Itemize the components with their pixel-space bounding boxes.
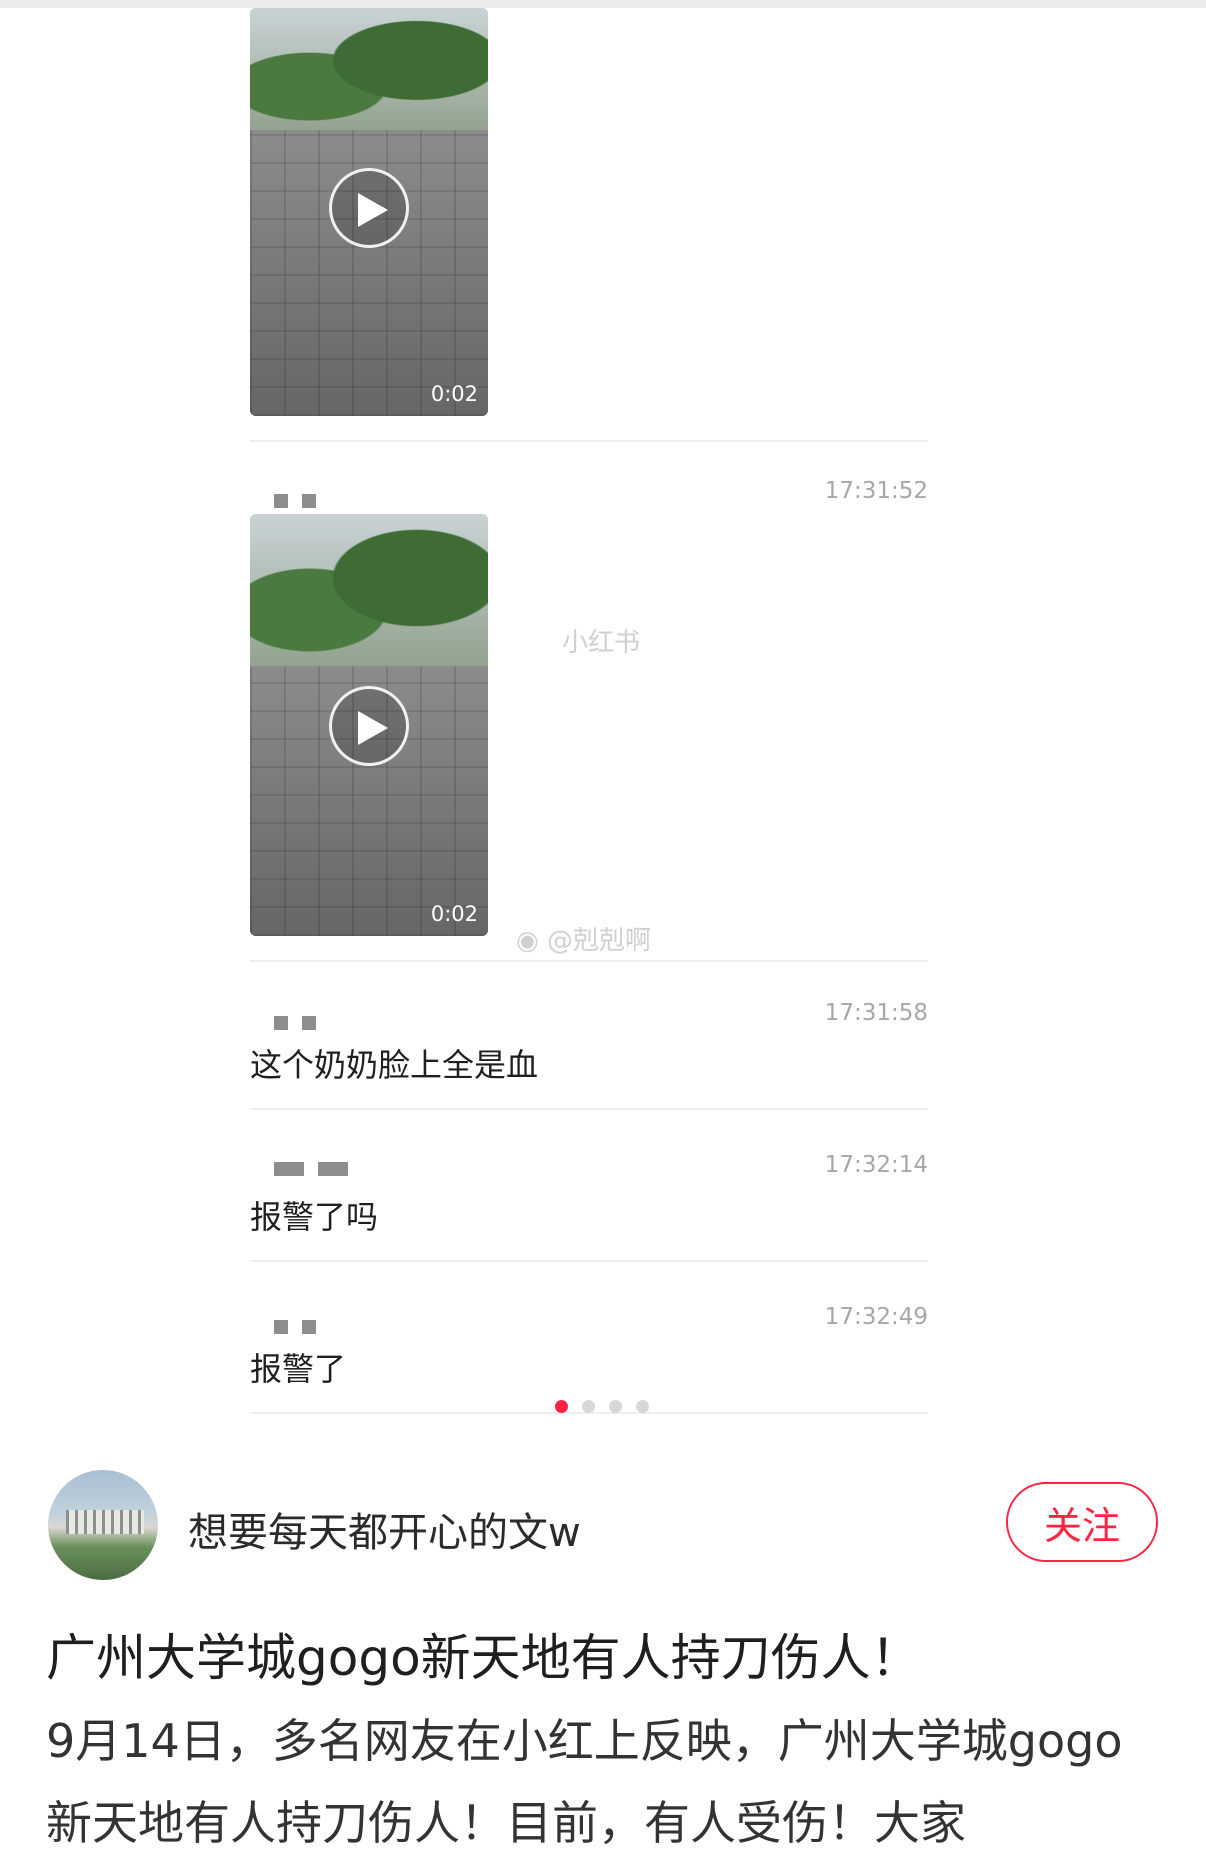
message-timestamp: 17:32:14 xyxy=(824,1152,928,1178)
avatar[interactable] xyxy=(48,1470,158,1580)
message-timestamp: 17:31:58 xyxy=(824,1000,928,1026)
pager-dot[interactable] xyxy=(582,1400,595,1413)
pager-dot[interactable] xyxy=(636,1400,649,1413)
weibo-watermark: ◉ @剋剋啊 xyxy=(516,926,651,956)
message-timestamp: 17:32:49 xyxy=(824,1304,928,1330)
video-duration: 0:02 xyxy=(430,382,478,406)
video-thumbnail[interactable]: 0:02 xyxy=(250,8,488,416)
video-duration: 0:02 xyxy=(430,902,478,926)
post-body: 9月14日，多名网友在小红上反映，广州大学城gogo新天地有人持刀伤人！目前，有… xyxy=(46,1714,1123,1850)
message-text: 报警了吗 xyxy=(250,1198,379,1236)
pager-dot[interactable] xyxy=(555,1400,568,1413)
sender-name-redacted xyxy=(274,1162,348,1176)
author-row: 想要每天都开心的文w 关注 xyxy=(48,1470,1158,1580)
message-text: 报警了 xyxy=(250,1350,347,1388)
divider xyxy=(250,1108,928,1110)
pager-dot[interactable] xyxy=(609,1400,622,1413)
divider xyxy=(250,960,928,962)
sender-name-redacted xyxy=(274,494,316,508)
top-bar xyxy=(0,0,1206,8)
xiaohongshu-watermark: 小红书 xyxy=(562,628,641,658)
sender-name-redacted xyxy=(274,1016,316,1030)
author-name[interactable]: 想要每天都开心的文w xyxy=(188,1500,581,1558)
post-title: 广州大学城gogo新天地有人持刀伤人！ xyxy=(46,1629,921,1687)
divider xyxy=(250,440,928,442)
message-text: 这个奶奶脸上全是血 xyxy=(250,1046,539,1084)
message-timestamp: 17:31:52 xyxy=(824,478,928,504)
follow-button[interactable]: 关注 xyxy=(1006,1482,1158,1562)
play-icon[interactable] xyxy=(329,168,409,248)
image-pager[interactable] xyxy=(555,1400,649,1413)
sender-name-redacted xyxy=(274,1320,316,1334)
weibo-icon: ◉ xyxy=(516,926,539,956)
video-thumbnail[interactable]: 0:02 xyxy=(250,514,488,936)
divider xyxy=(250,1260,928,1262)
play-icon[interactable] xyxy=(329,686,409,766)
